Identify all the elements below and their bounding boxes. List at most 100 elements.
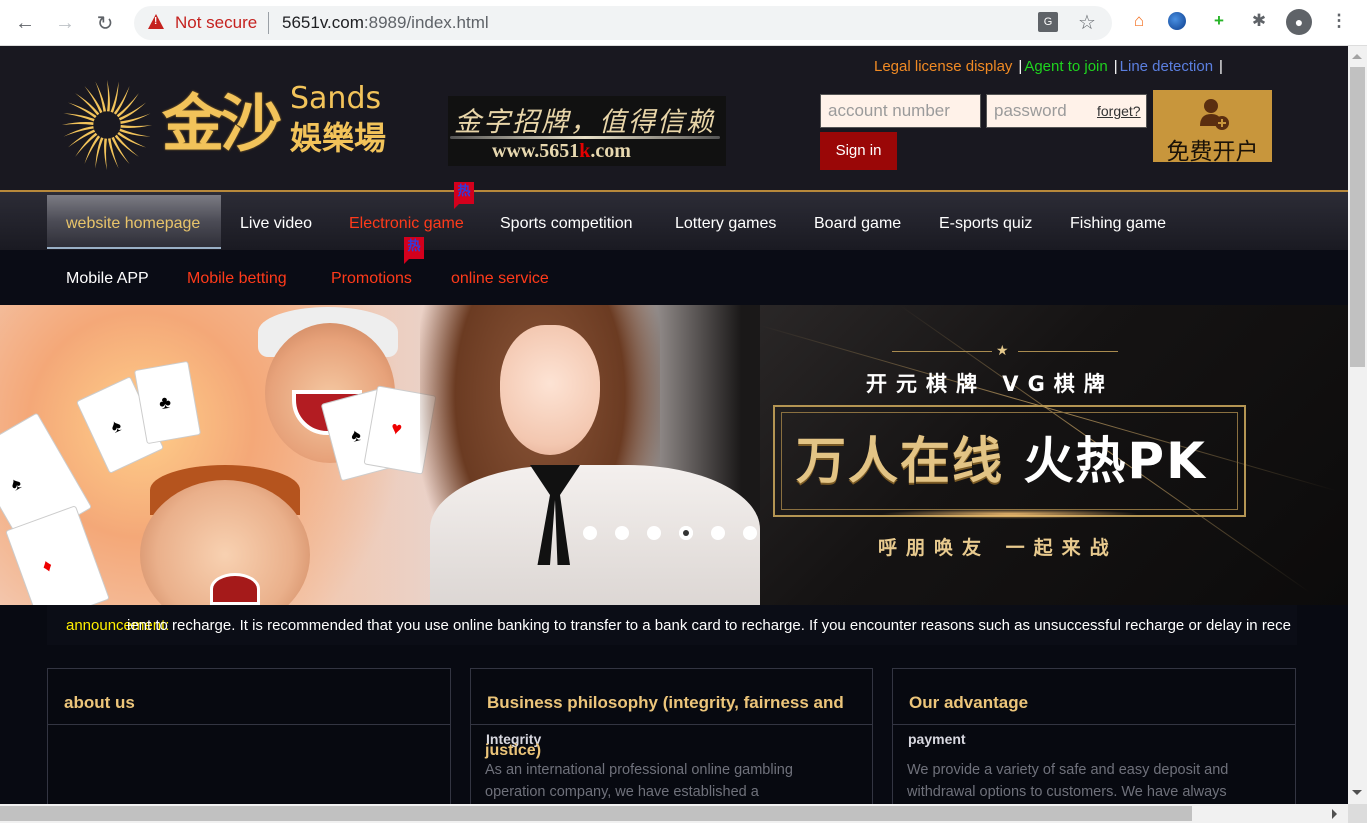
slide-dot[interactable] [711, 526, 725, 540]
slogan-banner: 金字招牌，值得信赖 www.5651k.com [448, 96, 726, 166]
scrollbar-thumb[interactable] [0, 806, 1192, 821]
nav-esports-quiz[interactable]: E-sports quiz [939, 214, 1032, 234]
scroll-up-icon[interactable] [1352, 54, 1362, 59]
separator: | [1018, 58, 1023, 75]
slide-dot[interactable] [743, 526, 757, 540]
panel-title-overflow: justice) [485, 742, 542, 759]
free-register-button[interactable]: 免费开户 [1153, 90, 1272, 164]
reload-icon[interactable]: ↻ [90, 8, 120, 38]
line-detection-link[interactable]: Line detection [1120, 58, 1213, 75]
banner-deco-line [1018, 351, 1118, 352]
extension-plus-icon[interactable]: + [1208, 10, 1230, 32]
logo-english: Sands [290, 81, 382, 116]
window-bottom [0, 823, 1367, 829]
character-mouth [210, 573, 260, 605]
panel-body: We provide a variety of safe and easy de… [907, 762, 1229, 800]
headline-white: 火热PK [1023, 432, 1207, 490]
nav-lottery-games[interactable]: Lottery games [675, 214, 776, 234]
banner-tagline: 呼朋唤友 一起来战 [878, 537, 1118, 559]
forget-password-link[interactable]: forget? [1097, 103, 1141, 119]
register-label: 免费开户 [1166, 138, 1259, 164]
nav-website-homepage[interactable]: website homepage [66, 214, 200, 234]
url-text[interactable]: 5651v.com:8989/index.html [282, 13, 489, 33]
top-links: Legal license display | Agent to join | Line… [874, 58, 1225, 75]
url-path: :8989/index.html [363, 13, 489, 32]
panel-title[interactable]: Business philosophy (integrity, fairness… [487, 693, 844, 713]
slogan-url-suffix: .com [590, 140, 631, 162]
panel-subtitle: payment [908, 731, 966, 747]
nav-live-video[interactable]: Live video [240, 214, 312, 234]
about-us-panel: about us [47, 668, 451, 804]
scrollbar-corner [1348, 804, 1367, 823]
account-number-input[interactable] [820, 94, 981, 128]
panel-body: As an international professional online … [485, 762, 793, 800]
model-face [500, 325, 600, 455]
legal-license-link[interactable]: Legal license display [874, 58, 1012, 75]
announcement-marquee[interactable]: ient to recharge. It is recommended that… [127, 617, 1291, 634]
slogan-text: 金字招牌，值得信赖 [454, 107, 715, 138]
nav-mobile-betting[interactable]: Mobile betting [187, 269, 287, 289]
profile-icon[interactable]: ● [1286, 9, 1312, 35]
scroll-right-icon[interactable] [1332, 809, 1337, 819]
slogan-url: www.5651k.com [492, 140, 631, 163]
nav-promotions[interactable]: Promotions [331, 269, 412, 289]
site-header: 金沙 Sands 娛樂場 金字招牌，值得信赖 www.5651k.com Leg… [0, 46, 1348, 191]
extension-house-icon[interactable]: ⌂ [1128, 10, 1150, 32]
extension-globe-icon[interactable] [1168, 12, 1186, 30]
panel-divider [893, 724, 1295, 725]
banner-glow-line [880, 509, 1140, 519]
vertical-scrollbar[interactable] [1348, 46, 1367, 804]
sign-in-button[interactable]: Sign in [820, 132, 897, 170]
announcement-bar: announcement: ient to recharge. It is re… [47, 605, 1297, 645]
banner-deco-line [892, 351, 992, 352]
nav-board-game[interactable]: Board game [814, 214, 901, 234]
address-bar[interactable]: Not secure 5651v.com:8989/index.html G ☆ [134, 6, 1112, 40]
panel-title[interactable]: about us [64, 693, 135, 713]
banner-providers: 开元棋牌 VG棋牌 [866, 372, 1114, 396]
security-label[interactable]: Not secure [175, 13, 257, 33]
browser-toolbar: ← → ↻ Not secure 5651v.com:8989/index.ht… [0, 0, 1367, 46]
slide-dot[interactable] [647, 526, 661, 540]
horizontal-scrollbar[interactable] [0, 804, 1348, 823]
slide-dot[interactable] [615, 526, 629, 540]
scrollbar-thumb[interactable] [1350, 67, 1365, 367]
forward-icon[interactable]: → [50, 8, 80, 38]
nav-fishing-game[interactable]: Fishing game [1070, 214, 1166, 234]
panel-divider [48, 724, 450, 725]
menu-icon[interactable]: ⋮ [1328, 10, 1350, 32]
slogan-url-prefix: www.5651 [492, 140, 580, 162]
nav-mobile-app[interactable]: Mobile APP [66, 269, 149, 289]
promo-banner[interactable]: ♠ ♦ ♠ ♣ ♠ ♥ ★ 开元棋牌 VG棋牌 万人在线 火热PK 呼朋唤友 一… [0, 305, 1348, 605]
panel-title[interactable]: Our advantage [909, 693, 1028, 713]
star-icon[interactable]: ☆ [1078, 10, 1096, 35]
business-philosophy-panel: Business philosophy (integrity, fairness… [470, 668, 873, 804]
slide-indicators [583, 526, 757, 540]
separator: | [1219, 58, 1223, 75]
slogan-swoosh [450, 136, 720, 139]
translate-icon[interactable]: G [1038, 12, 1058, 32]
page: 金沙 Sands 娛樂場 金字招牌，值得信赖 www.5651k.com Leg… [0, 46, 1348, 804]
sun-logo-icon [61, 79, 153, 171]
agent-join-link[interactable]: Agent to join [1024, 58, 1107, 75]
nav-sports-competition[interactable]: Sports competition [500, 214, 633, 234]
panel-divider [471, 724, 872, 725]
back-icon[interactable]: ← [10, 8, 40, 38]
slogan-url-k: k [579, 140, 591, 162]
slide-dot[interactable] [679, 526, 693, 540]
site-logo[interactable]: 金沙 Sands 娛樂場 [58, 76, 418, 174]
nav-online-service[interactable]: online service [451, 269, 549, 289]
scroll-down-icon[interactable] [1352, 790, 1362, 795]
separator: | [1113, 58, 1118, 75]
warning-icon [148, 14, 164, 29]
url-host: 5651v.com [282, 13, 364, 32]
slide-dot[interactable] [583, 526, 597, 540]
nav-electronic-game[interactable]: Electronic game [349, 214, 464, 234]
extensions-puzzle-icon[interactable]: ✱ [1248, 10, 1270, 32]
headline-gold: 万人在线 [796, 432, 1004, 490]
star-icon: ★ [996, 342, 1009, 358]
hot-badge: 热 [454, 182, 474, 209]
add-user-icon [1200, 99, 1229, 130]
banner-headline: 万人在线 火热PK [796, 431, 1207, 491]
our-advantage-panel: Our advantage payment We provide a varie… [892, 668, 1296, 804]
hot-badge: 热 [404, 237, 424, 264]
